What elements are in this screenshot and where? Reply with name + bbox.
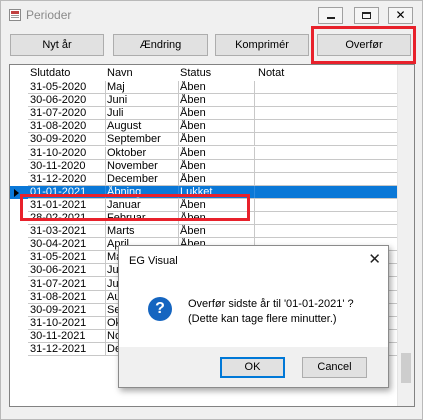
cell-status[interactable]: Åben [180,133,254,146]
cell-notat[interactable] [258,212,338,225]
cell-slutdato[interactable]: 31-03-2021 [30,225,106,238]
table-row[interactable]: 31-12-2020 December Åben [10,172,398,186]
cell-notat[interactable] [258,94,338,107]
table-row[interactable]: 30-06-2020 Juni Åben [10,94,398,108]
cell-slutdato[interactable]: 31-08-2020 [30,120,106,133]
dialog-footer: OK Cancel [119,347,388,387]
transfer-button[interactable]: Overfør [317,34,411,56]
cell-status[interactable]: Åben [180,81,254,94]
cell-notat[interactable] [258,81,338,94]
cell-notat[interactable] [258,147,338,160]
table-row[interactable]: 01-01-2021 Åbning Lukket [10,185,398,199]
cell-navn[interactable]: Oktober [107,147,179,160]
cell-notat[interactable] [258,186,338,199]
minimize-button[interactable] [318,7,343,24]
cell-notat[interactable] [258,199,338,212]
cell-slutdato[interactable]: 30-11-2020 [30,160,106,173]
cell-slutdato[interactable]: 30-04-2021 [30,238,106,251]
close-icon: ✕ [395,8,406,22]
table-row[interactable]: 28-02-2021 Februar Åben [10,212,398,225]
compress-button[interactable]: Komprimér [215,34,309,56]
cell-status[interactable]: Åben [180,212,254,225]
new-year-button[interactable]: Nyt år [10,34,104,56]
cell-navn[interactable]: August [107,120,179,133]
cell-navn[interactable]: September [107,133,179,146]
dialog-message: Overfør sidste år til '01-01-2021' ? (De… [188,297,354,327]
dialog-title: EG Visual [129,255,178,267]
confirm-dialog: EG Visual ✕ ? Overfør sidste år til '01-… [118,245,389,388]
cell-navn[interactable]: Juli [107,107,179,120]
cell-notat[interactable] [258,160,338,173]
cell-status[interactable]: Åben [180,94,254,107]
cell-slutdato[interactable]: 01-01-2021 [30,186,106,199]
cell-slutdato[interactable]: 31-05-2021 [30,251,106,264]
table-row[interactable]: 31-07-2020 Juli Åben [10,107,398,121]
ok-button[interactable]: OK [220,357,285,378]
dialog-message-line2: (Dette kan tage flere minutter.) [188,313,337,325]
cell-navn[interactable]: December [107,173,179,186]
perioder-window: Perioder ✕ Nyt år Ændring Komprimér Over… [0,0,423,420]
table-row[interactable]: 30-09-2020 September Åben [10,133,398,147]
column-header-navn[interactable]: Navn [107,67,179,80]
cell-navn[interactable]: Marts [107,225,179,238]
cell-slutdato[interactable]: 31-07-2021 [30,278,106,291]
cell-navn[interactable]: Maj [107,81,179,94]
column-header-status[interactable]: Status [180,67,254,80]
cell-slutdato[interactable]: 31-10-2020 [30,147,106,160]
dialog-message-line1: Overfør sidste år til '01-01-2021' ? [188,298,354,310]
cell-slutdato[interactable]: 30-06-2021 [30,264,106,277]
table-row[interactable]: 31-10-2020 Oktober Åben [10,146,398,160]
cell-notat[interactable] [258,120,338,133]
table-row[interactable]: 30-11-2020 November Åben [10,159,398,173]
cell-slutdato[interactable]: 28-02-2021 [30,212,106,225]
cell-slutdato[interactable]: 31-01-2021 [30,199,106,212]
vertical-scrollbar[interactable] [397,65,414,406]
cell-notat[interactable] [258,133,338,146]
change-button[interactable]: Ændring [113,34,208,56]
cell-notat[interactable] [258,225,338,238]
cell-slutdato[interactable]: 31-07-2020 [30,107,106,120]
current-row-indicator-icon [14,188,19,197]
maximize-button[interactable] [354,7,379,24]
cell-slutdato[interactable]: 31-10-2021 [30,317,106,330]
question-icon: ? [148,297,172,321]
table-row[interactable]: 31-08-2020 August Åben [10,120,398,134]
cell-navn[interactable]: Juni [107,94,179,107]
window-title: Perioder [26,8,72,22]
cell-notat[interactable] [258,107,338,120]
dialog-close-icon[interactable]: ✕ [368,250,381,268]
cell-status[interactable]: Åben [180,173,254,186]
title-bar: Perioder ✕ [1,1,422,29]
cell-status[interactable]: Åben [180,160,254,173]
cell-navn[interactable]: Januar [107,199,179,212]
cancel-button[interactable]: Cancel [302,357,367,378]
cell-slutdato[interactable]: 30-11-2021 [30,330,106,343]
cell-navn[interactable]: Åbning [107,186,179,199]
cell-navn[interactable]: November [107,160,179,173]
cell-slutdato[interactable]: 30-09-2020 [30,133,106,146]
close-button[interactable]: ✕ [388,7,413,24]
cell-notat[interactable] [258,173,338,186]
cell-slutdato[interactable]: 31-05-2020 [30,81,106,94]
table-row[interactable]: 31-05-2020 Maj Åben [10,81,398,94]
cell-slutdato[interactable]: 31-12-2020 [30,173,106,186]
column-header-notat[interactable]: Notat [258,67,338,80]
calendar-app-icon [9,9,21,21]
cell-status[interactable]: Åben [180,107,254,120]
table-row[interactable]: 31-01-2021 Januar Åben [10,198,398,212]
cell-slutdato[interactable]: 30-06-2020 [30,94,106,107]
cell-navn[interactable]: Februar [107,212,179,225]
cell-slutdato[interactable]: 30-09-2021 [30,304,106,317]
cell-slutdato[interactable]: 31-08-2021 [30,291,106,304]
cell-slutdato[interactable]: 31-12-2021 [30,343,106,356]
table-row[interactable]: 31-03-2021 Marts Åben [10,225,398,239]
cell-status[interactable]: Åben [180,199,254,212]
scrollbar-thumb[interactable] [401,353,411,383]
cell-status[interactable]: Lukket [180,186,254,199]
cell-status[interactable]: Åben [180,225,254,238]
cell-status[interactable]: Åben [180,147,254,160]
column-header-slutdato[interactable]: Slutdato [30,67,106,80]
cell-status[interactable]: Åben [180,120,254,133]
